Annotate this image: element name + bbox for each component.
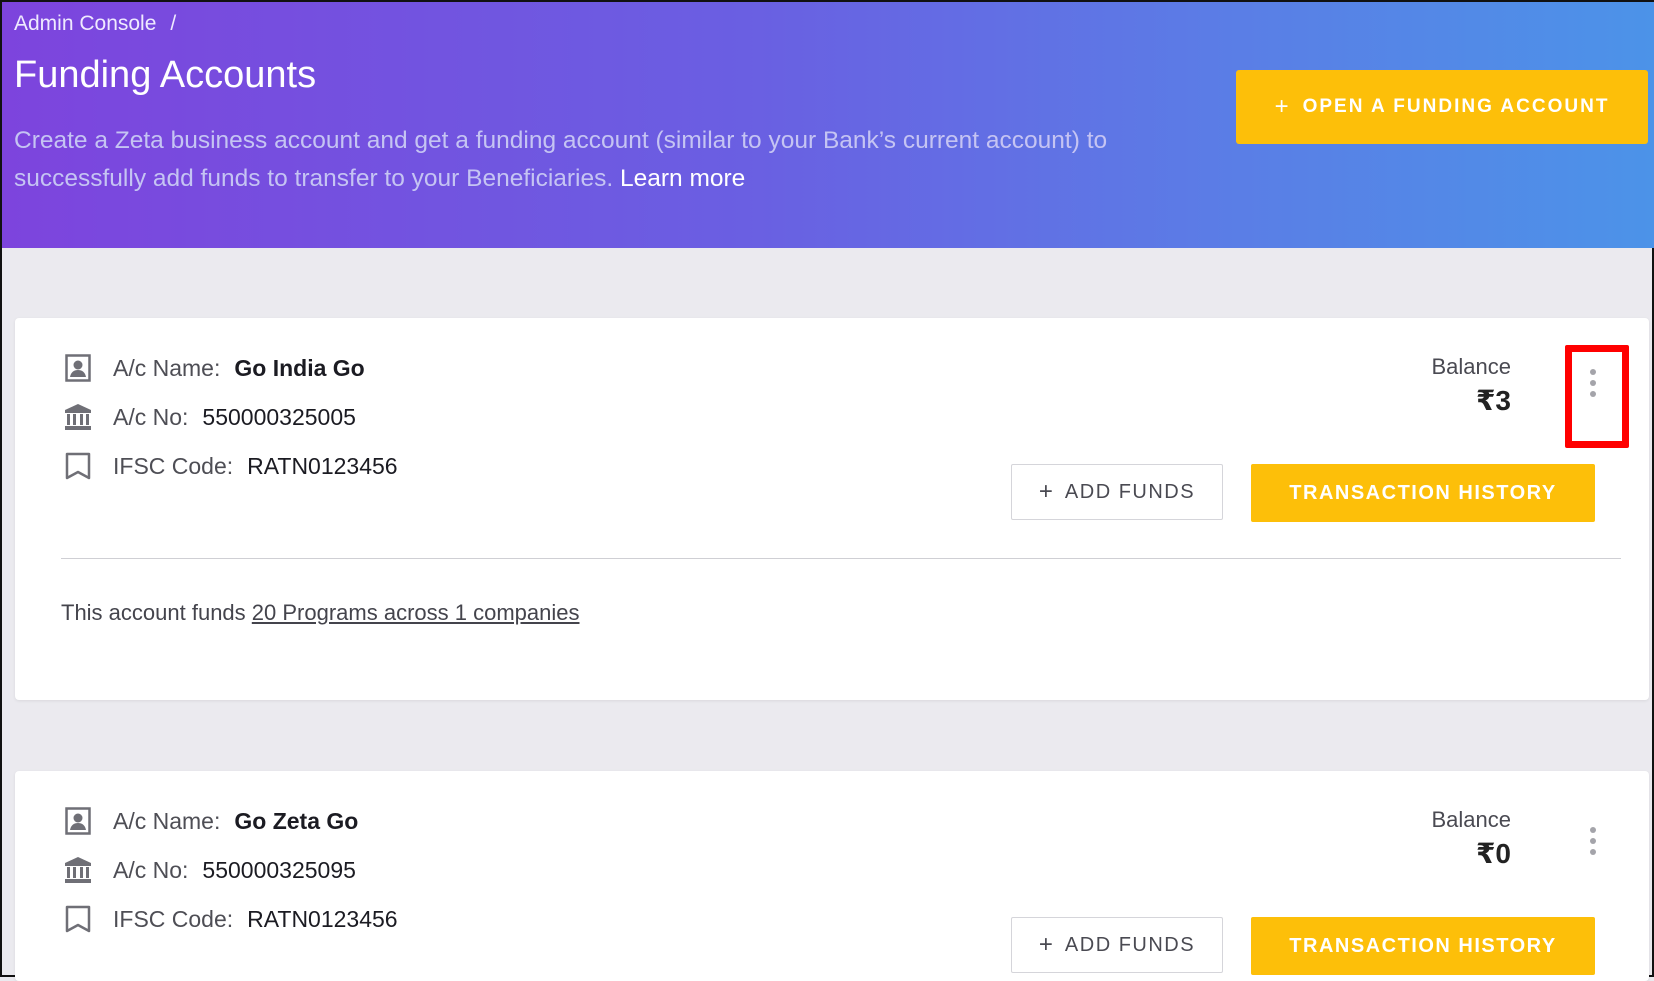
- add-funds-button[interactable]: + ADD FUNDS: [1011, 917, 1223, 973]
- balance-label: Balance: [1431, 354, 1511, 379]
- contact-card-icon: [63, 353, 93, 383]
- account-name-row: A/c Name: Go India Go: [63, 353, 365, 383]
- funds-note-text: This account funds: [61, 600, 246, 625]
- programs-link[interactable]: 20 Programs across 1 companies: [252, 600, 580, 625]
- add-funds-button[interactable]: + ADD FUNDS: [1011, 464, 1223, 520]
- account-name-value: Go Zeta Go: [234, 807, 359, 834]
- breadcrumb: Admin Console /: [14, 12, 176, 36]
- more-options-icon[interactable]: [1585, 818, 1601, 864]
- balance-block: Balance ₹0: [1431, 807, 1511, 870]
- account-name-label: A/c Name:: [113, 807, 221, 834]
- transaction-history-button[interactable]: TRANSACTION HISTORY: [1251, 917, 1595, 975]
- ifsc-value: RATN0123456: [247, 452, 398, 479]
- account-name-row: A/c Name: Go Zeta Go: [63, 806, 358, 836]
- balance-amount: ₹0: [1475, 838, 1511, 869]
- description-text: Create a Zeta business account and get a…: [14, 127, 1108, 192]
- funding-account-card: A/c Name: Go India Go A/c No: 5500003250…: [15, 318, 1649, 700]
- transaction-history-button[interactable]: TRANSACTION HISTORY: [1251, 464, 1595, 522]
- ifsc-label: IFSC Code:: [113, 905, 234, 932]
- balance-block: Balance ₹3: [1431, 354, 1511, 417]
- balance-amount: ₹3: [1475, 385, 1511, 416]
- funding-account-card: A/c Name: Go Zeta Go A/c No: 55000032509…: [15, 771, 1649, 981]
- account-number-row: A/c No: 550000325095: [63, 855, 356, 885]
- add-funds-label: ADD FUNDS: [1064, 480, 1196, 503]
- plus-icon: +: [1038, 931, 1053, 958]
- bookmark-icon: [63, 904, 93, 934]
- card-divider: [61, 558, 1621, 559]
- page-title: Funding Accounts: [14, 54, 317, 96]
- account-number-label: A/c No:: [113, 403, 189, 430]
- balance-label: Balance: [1431, 807, 1511, 832]
- open-funding-account-label: OPEN A FUNDING ACCOUNT: [1302, 96, 1610, 117]
- breadcrumb-admin-console[interactable]: Admin Console: [14, 12, 156, 35]
- bank-icon: [63, 402, 93, 432]
- plus-icon: +: [1274, 93, 1289, 120]
- page-header: Admin Console / Funding Accounts Create a…: [2, 2, 1654, 248]
- breadcrumb-separator: /: [170, 12, 177, 35]
- ifsc-label: IFSC Code:: [113, 452, 234, 479]
- funds-note: This account funds 20 Programs across 1 …: [61, 600, 580, 626]
- learn-more-link[interactable]: Learn more: [620, 165, 745, 192]
- account-name-value: Go India Go: [234, 354, 365, 381]
- add-funds-label: ADD FUNDS: [1064, 933, 1196, 956]
- bank-icon: [63, 855, 93, 885]
- account-number-row: A/c No: 550000325005: [63, 402, 356, 432]
- plus-icon: +: [1038, 478, 1053, 505]
- ifsc-value: RATN0123456: [247, 905, 398, 932]
- ifsc-row: IFSC Code: RATN0123456: [63, 904, 398, 934]
- ifsc-row: IFSC Code: RATN0123456: [63, 451, 398, 481]
- contact-card-icon: [63, 806, 93, 836]
- account-number-label: A/c No:: [113, 856, 189, 883]
- account-name-label: A/c Name:: [113, 354, 221, 381]
- account-number-value: 550000325005: [202, 403, 356, 430]
- highlight-box: [1565, 345, 1629, 448]
- account-number-value: 550000325095: [202, 856, 356, 883]
- open-funding-account-button[interactable]: + OPEN A FUNDING ACCOUNT: [1236, 70, 1648, 144]
- page-description: Create a Zeta business account and get a…: [14, 122, 1124, 198]
- bookmark-icon: [63, 451, 93, 481]
